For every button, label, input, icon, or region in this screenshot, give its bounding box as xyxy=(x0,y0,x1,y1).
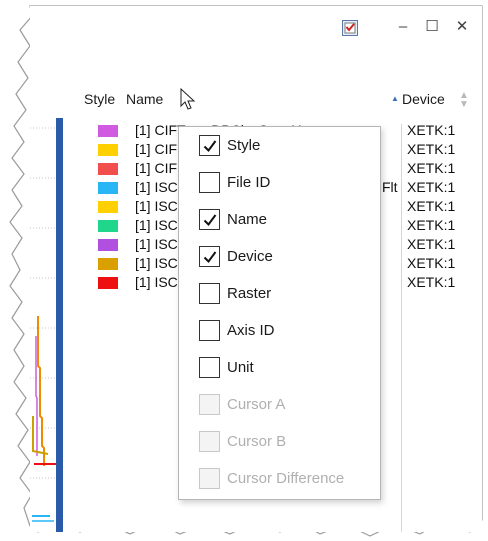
menu-item-label: File ID xyxy=(227,174,271,191)
style-swatch[interactable] xyxy=(98,125,118,137)
sort-toggle-icon[interactable]: ▲ ▼ xyxy=(459,91,469,110)
maximize-button[interactable]: ☐ xyxy=(421,16,443,38)
signal-device: XETK:1 xyxy=(407,141,456,157)
signal-device: XETK:1 xyxy=(407,179,456,195)
signal-name: [1] ISC xyxy=(135,217,178,233)
style-swatch[interactable] xyxy=(98,201,118,213)
checkbox-checked-icon[interactable] xyxy=(199,135,220,156)
style-swatch[interactable] xyxy=(98,144,118,156)
signal-device: XETK:1 xyxy=(407,236,456,252)
signal-name: [1] ISC xyxy=(135,198,178,214)
menu-item-label: Axis ID xyxy=(227,322,275,339)
menu-item-cursor-difference: Cursor Difference xyxy=(179,461,380,497)
mouse-pointer-icon xyxy=(180,87,196,112)
menu-item-name[interactable]: Name xyxy=(179,202,380,238)
signal-name: [1] ISC xyxy=(135,274,178,290)
checkbox-disabled-icon xyxy=(199,431,220,452)
menu-item-axis-id[interactable]: Axis ID xyxy=(179,313,380,349)
menu-item-file-id[interactable]: File ID xyxy=(179,165,380,201)
menu-item-label: Cursor A xyxy=(227,396,286,413)
checkbox-unchecked-icon[interactable] xyxy=(199,172,220,193)
signal-device: XETK:1 xyxy=(407,122,456,138)
checkbox-checked-icon[interactable] xyxy=(199,209,220,230)
signal-name: [1] ISC xyxy=(135,255,178,271)
signal-device: XETK:1 xyxy=(407,160,456,176)
checklist-icon[interactable] xyxy=(342,20,358,36)
signal-list-window: – ☐ ✕ Style Name ▲ Device ▲ ▼ [1] CIF XE… xyxy=(30,6,482,532)
checkbox-unchecked-icon[interactable] xyxy=(199,320,220,341)
checkbox-unchecked-icon[interactable] xyxy=(199,283,220,304)
menu-item-label: Cursor Difference xyxy=(227,470,345,487)
checkbox-checked-icon[interactable] xyxy=(199,246,220,267)
signal-device: XETK:1 xyxy=(407,274,456,290)
signal-list-header: Style Name ▲ Device ▲ ▼ xyxy=(80,89,482,111)
style-swatch[interactable] xyxy=(98,239,118,251)
menu-item-label: Style xyxy=(227,137,261,154)
checkbox-unchecked-icon[interactable] xyxy=(199,357,220,378)
menu-item-label: Raster xyxy=(227,285,272,302)
column-header-style[interactable]: Style xyxy=(84,91,115,107)
menu-item-label: Name xyxy=(227,211,268,228)
menu-item-raster[interactable]: Raster xyxy=(179,276,380,312)
signal-device: XETK:1 xyxy=(407,255,456,271)
style-swatch[interactable] xyxy=(98,182,118,194)
title-bar: – ☐ ✕ xyxy=(30,6,482,50)
signal-name: [1] ISC xyxy=(135,179,178,195)
signal-name-fragment: Flt xyxy=(382,179,398,195)
menu-item-device[interactable]: Device xyxy=(179,239,380,275)
signal-name: [1] ISC xyxy=(135,236,178,252)
column-header-device[interactable]: Device xyxy=(402,91,445,107)
menu-item-style[interactable]: Style xyxy=(179,128,380,164)
menu-item-unit[interactable]: Unit xyxy=(179,350,380,386)
signal-name: [1] CIF xyxy=(135,160,178,176)
style-swatch[interactable] xyxy=(98,163,118,175)
checkbox-disabled-icon xyxy=(199,394,220,415)
menu-item-label: Unit xyxy=(227,359,254,376)
checkbox-disabled-icon xyxy=(199,468,220,489)
menu-item-label: Device xyxy=(227,248,273,265)
signal-device: XETK:1 xyxy=(407,198,456,214)
minimize-button[interactable]: – xyxy=(392,16,414,38)
style-swatch[interactable] xyxy=(98,277,118,289)
style-swatch[interactable] xyxy=(98,258,118,270)
close-button[interactable]: ✕ xyxy=(451,16,473,38)
signal-name: [1] CIF xyxy=(135,141,178,157)
menu-item-cursor-a: Cursor A xyxy=(179,387,380,423)
column-header-name[interactable]: Name xyxy=(126,91,163,107)
column-chooser-menu: Style File ID Name Device Raster Axis ID… xyxy=(178,126,381,500)
sort-ascending-icon: ▲ xyxy=(391,94,399,103)
menu-item-cursor-b: Cursor B xyxy=(179,424,380,460)
signal-device: XETK:1 xyxy=(407,217,456,233)
style-swatch[interactable] xyxy=(98,220,118,232)
menu-item-label: Cursor B xyxy=(227,433,287,450)
